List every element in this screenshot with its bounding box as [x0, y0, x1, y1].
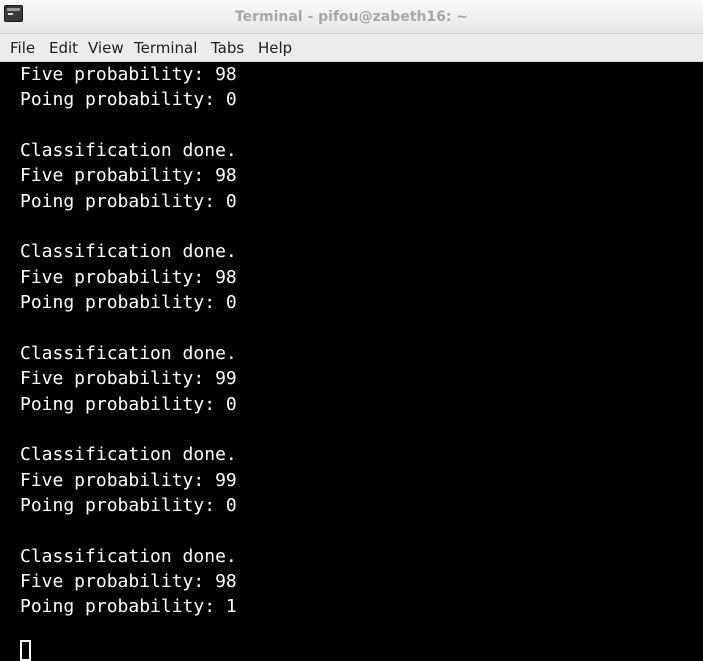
- menu-view[interactable]: View: [88, 34, 124, 62]
- title-bar[interactable]: Terminal - pifou@zabeth16: ~: [0, 0, 703, 34]
- output-line: Poing probability: 0: [20, 292, 237, 313]
- output-line: Five probability: 98: [20, 267, 237, 288]
- output-line: Poing probability: 0: [20, 394, 237, 415]
- output-line: Five probability: 98: [20, 64, 237, 85]
- menu-tabs[interactable]: Tabs: [211, 34, 244, 62]
- output-line: Five probability: 98: [20, 165, 237, 186]
- output-line: Classification done.: [20, 546, 237, 567]
- output-line: Poing probability: 1: [20, 596, 237, 617]
- output-line: Poing probability: 0: [20, 495, 237, 516]
- output-line: Classification done.: [20, 241, 237, 262]
- output-line: Classification done.: [20, 140, 237, 161]
- menu-bar: File Edit View Terminal Tabs Help: [0, 34, 703, 62]
- output-line: Classification done.: [20, 444, 237, 465]
- output-line: Poing probability: 0: [20, 89, 237, 110]
- window-title: Terminal - pifou@zabeth16: ~: [234, 9, 469, 25]
- output-line: Classification done.: [20, 343, 237, 364]
- terminal-output[interactable]: Five probability: 98 Poing probability: …: [0, 62, 703, 661]
- menu-edit[interactable]: Edit: [49, 34, 78, 62]
- output-line: Poing probability: 0: [20, 191, 237, 212]
- output-line: Five probability: 99: [20, 470, 237, 491]
- text-cursor[interactable]: [20, 640, 31, 661]
- terminal-window: Terminal - pifou@zabeth16: ~ File Edit V…: [0, 0, 703, 661]
- output-line: Five probability: 98: [20, 571, 237, 592]
- menu-file[interactable]: File: [10, 34, 35, 62]
- output-line: Five probability: 99: [20, 368, 237, 389]
- menu-terminal[interactable]: Terminal: [134, 34, 197, 62]
- menu-help[interactable]: Help: [258, 34, 292, 62]
